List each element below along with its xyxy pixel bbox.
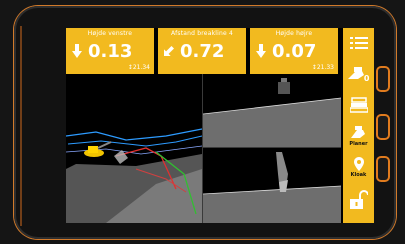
- stack-icon: [349, 97, 368, 113]
- planer-icon: [350, 125, 365, 138]
- screen: Højde venstre 0.13 ↕21.34 Afstand breakl…: [66, 28, 374, 223]
- arrow-down-icon: [256, 44, 266, 58]
- menu-icon: [349, 37, 368, 49]
- location-pin-icon: [353, 156, 364, 171]
- arrow-down-icon: [72, 44, 82, 58]
- tile-breakline-distance[interactable]: Afstand breakline 4 0.72: [158, 28, 246, 74]
- tile-right-height[interactable]: Højde højre 0.07 ↕21.33: [250, 28, 338, 74]
- tile-left-height[interactable]: Højde venstre 0.13 ↕21.34: [66, 28, 154, 74]
- tile-value: 0.07: [272, 41, 317, 62]
- excavator-zero-icon: 0: [347, 65, 370, 83]
- unlock-icon: [349, 190, 368, 209]
- sidebar-item-label: 0: [363, 74, 370, 83]
- sidebar-item-menu[interactable]: [343, 28, 374, 58]
- sidebar-item-planer[interactable]: Planer: [343, 121, 374, 151]
- value-tiles: Højde venstre 0.13 ↕21.34 Afstand breakl…: [66, 28, 341, 74]
- tile-value: 0.72: [180, 41, 225, 62]
- device-edge: [20, 26, 28, 226]
- sidebar-item-stack[interactable]: [343, 90, 374, 120]
- 3d-view-canvas[interactable]: [66, 74, 342, 223]
- tile-title: Afstand breakline 4: [170, 30, 234, 37]
- tile-title: Højde højre: [275, 30, 313, 37]
- sidebar-item-excavator-zero[interactable]: 0: [343, 59, 374, 89]
- tile-subvalue: ↕21.34: [127, 64, 150, 71]
- machine-views[interactable]: [66, 74, 342, 223]
- tile-subvalue: ↕21.33: [311, 64, 334, 71]
- arrow-down-left-icon: [164, 46, 174, 56]
- tile-value: 0.13: [88, 41, 133, 62]
- tile-title: Højde venstre: [87, 30, 133, 37]
- device-side-button-1[interactable]: [376, 66, 390, 92]
- bucket-profile-top: [278, 78, 290, 94]
- view-divider-horizontal: [203, 147, 341, 148]
- sidebar-item-label: Planer: [349, 140, 368, 147]
- sidebar: 0 Planer Kloak: [343, 28, 374, 223]
- sidebar-item-kloak[interactable]: Kloak: [343, 152, 374, 182]
- sidebar-item-label: Kloak: [350, 171, 367, 178]
- bucket-profile-bottom: [276, 152, 288, 192]
- device-side-button-3[interactable]: [376, 156, 390, 182]
- view-divider-vertical: [202, 74, 203, 223]
- device-side-button-2[interactable]: [376, 114, 390, 140]
- sidebar-item-unlock[interactable]: [343, 185, 374, 215]
